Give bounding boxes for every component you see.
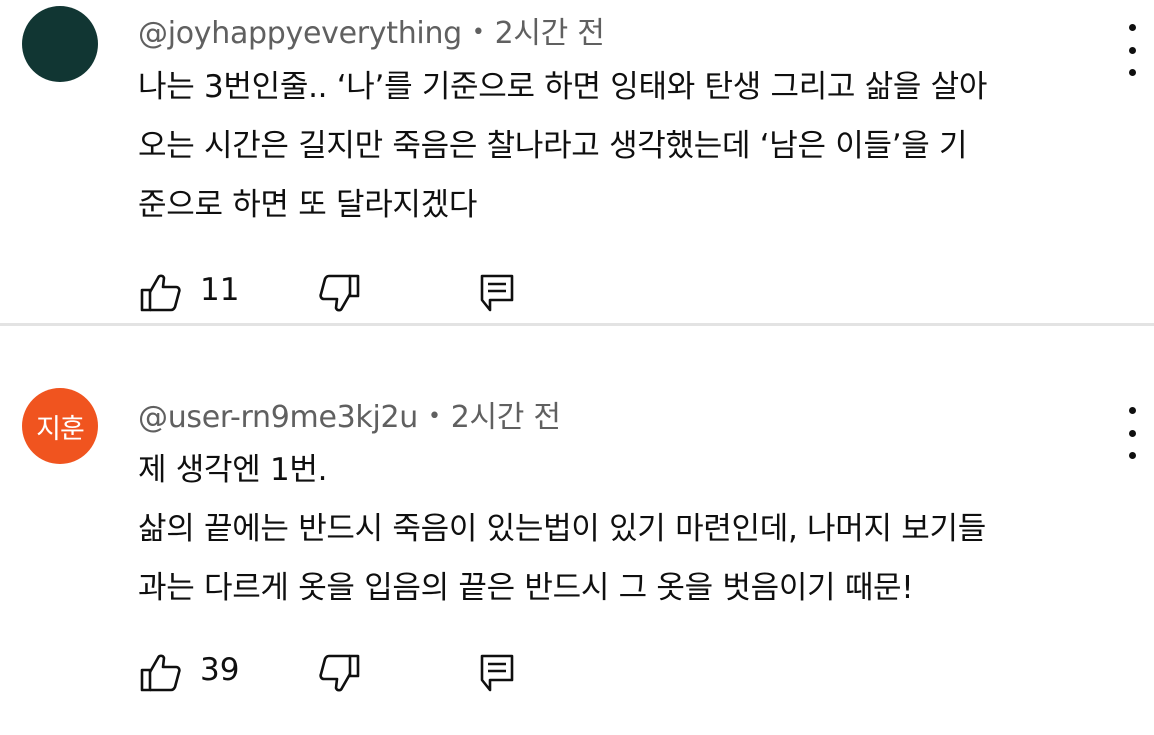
comment-header: @joyhappyeverything • 2시간 전 — [138, 8, 605, 52]
comment-text-line: 오는 시간은 길지만 죽음은 찰나라고 생각했는데 ‘남은 이들’을 기 — [138, 128, 968, 164]
like-count: 11 — [200, 272, 240, 308]
reply-icon[interactable] — [474, 650, 520, 696]
divider — [0, 323, 1154, 326]
comment-time[interactable]: 2시간 전 — [451, 400, 561, 435]
comment-author[interactable]: @joyhappyeverything — [138, 16, 462, 51]
comment-item: 지훈 @user-rn9me3kj2u • 2시간 전 제 생각엔 1번. 삶의 끝… — [0, 327, 1154, 735]
comment-actions: 11 — [138, 270, 558, 320]
comment-text-line: 제 생각엔 1번. — [138, 452, 328, 488]
comment-text: 제 생각엔 1번. 삶의 끝에는 반드시 죽음이 있는법이 있기 마련인데, 나… — [138, 441, 1128, 618]
comment-text-line: 과는 다르게 옷을 입음의 끝은 반드시 그 옷을 벗음이기 때문! — [138, 570, 914, 606]
comment-author[interactable]: @user-rn9me3kj2u — [138, 400, 418, 435]
avatar[interactable]: 지훈 — [22, 388, 98, 464]
avatar[interactable] — [22, 6, 98, 82]
comment-item: @joyhappyeverything • 2시간 전 나는 3번인줄.. ‘나’를… — [0, 0, 1154, 325]
like-count: 39 — [200, 652, 240, 688]
thumbs-up-icon[interactable] — [138, 270, 184, 316]
separator-dot: • — [471, 20, 485, 45]
reply-icon[interactable] — [474, 270, 520, 316]
separator-dot: • — [428, 404, 441, 429]
comment-header: @user-rn9me3kj2u • 2시간 전 — [138, 392, 561, 436]
comment-text-line: 나는 3번인줄.. ‘나’를 기준으로 하면 잉태와 탄생 그리고 삶을 살아 — [138, 69, 988, 105]
thumbs-up-icon[interactable] — [138, 650, 184, 696]
comment-time[interactable]: 2시간 전 — [495, 16, 605, 51]
comment-text: 나는 3번인줄.. ‘나’를 기준으로 하면 잉태와 탄생 그리고 삶을 살아 … — [138, 58, 1128, 235]
comment-text-line: 삶의 끝에는 반드시 죽음이 있는법이 있기 마련인데, 나머지 보기들 — [138, 511, 986, 547]
comment-actions: 39 — [138, 650, 558, 700]
thumbs-down-icon[interactable] — [316, 650, 362, 696]
comment-text-line: 준으로 하면 또 달라지겠다 — [138, 187, 478, 223]
thumbs-down-icon[interactable] — [316, 270, 362, 316]
